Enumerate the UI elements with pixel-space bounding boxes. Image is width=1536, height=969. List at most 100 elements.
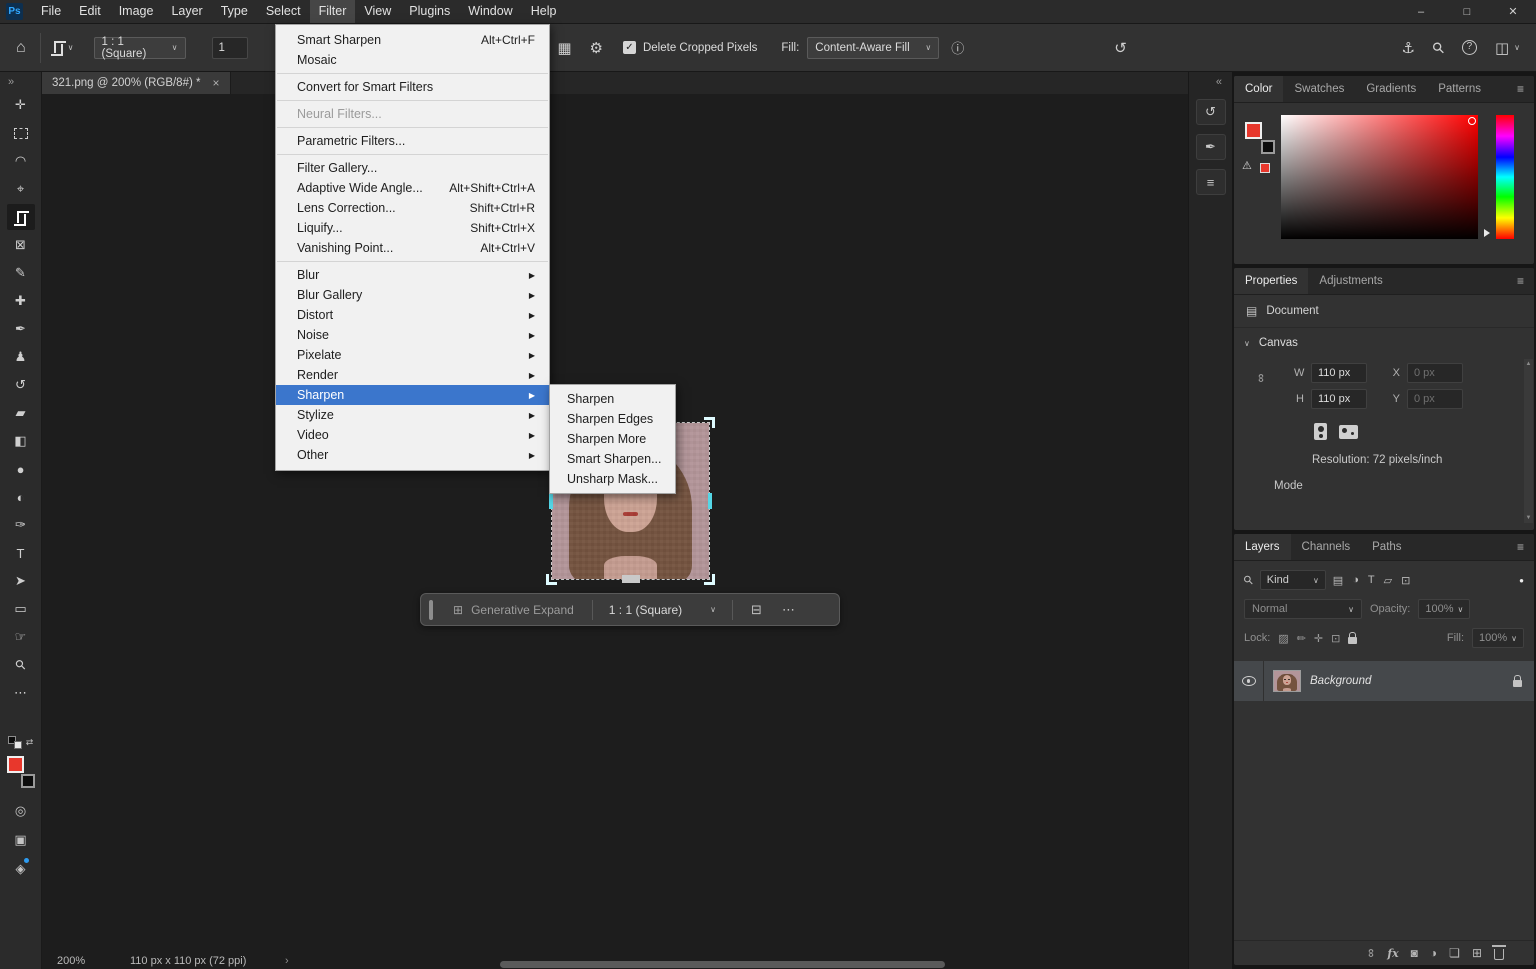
more-options-icon[interactable]: ⋯ — [782, 602, 795, 618]
menu-file[interactable]: File — [32, 0, 70, 23]
tab-layers[interactable]: Layers — [1234, 534, 1291, 560]
background-color-swatch[interactable] — [20, 774, 35, 788]
search-icon[interactable]: ⚲ — [1428, 37, 1449, 58]
gradient-tool[interactable]: ◧ — [7, 428, 35, 454]
sharpen-submenu-item-unsharp-mask[interactable]: Unsharp Mask... — [550, 469, 675, 489]
drag-grip[interactable] — [429, 599, 433, 620]
menu-select[interactable]: Select — [257, 0, 310, 23]
filter-menu-item-adaptive-wide-angle[interactable]: Adaptive Wide Angle... Alt+Shift+Ctrl+A — [276, 178, 549, 198]
crop-handle-right[interactable] — [708, 493, 712, 509]
scroll-up-icon[interactable]: ▲ — [1526, 361, 1532, 367]
dodge-tool[interactable]: ◐ — [7, 484, 35, 510]
menu-view[interactable]: View — [355, 0, 400, 23]
delete-cropped-pixels-label[interactable]: Delete Cropped Pixels — [643, 42, 757, 54]
blur-tool[interactable]: ● — [7, 456, 35, 482]
filter-menu-item-filter-gallery[interactable]: Filter Gallery... — [276, 158, 549, 178]
filter-menu-item-stylize[interactable]: Stylize ▶ — [276, 405, 549, 425]
anchor-icon[interactable]: ⚓ — [1402, 39, 1415, 57]
filter-type-icon[interactable]: T — [1368, 574, 1375, 586]
filter-adjustment-icon[interactable]: ◑ — [1352, 574, 1359, 586]
eraser-tool[interactable]: ▰ — [7, 400, 35, 426]
filter-menu-item-blur-gallery[interactable]: Blur Gallery ▶ — [276, 285, 549, 305]
layer-search-icon[interactable]: ⚲ — [1240, 572, 1256, 588]
adjustments-panel-icon[interactable]: ≡ — [1195, 169, 1226, 195]
sharpen-submenu-item-sharpen-more[interactable]: Sharpen More — [550, 429, 675, 449]
tab-gradients[interactable]: Gradients — [1355, 76, 1427, 102]
crop-width-input[interactable]: 1 — [211, 36, 248, 59]
move-tool[interactable]: ✛ — [7, 92, 35, 118]
filter-menu-item-noise[interactable]: Noise ▶ — [276, 325, 549, 345]
fill-mode-select[interactable]: Content-Aware Fill ∨ — [807, 36, 940, 59]
filter-menu-item-other[interactable]: Other ▶ — [276, 445, 549, 465]
zoom-level[interactable]: 200% — [57, 955, 85, 967]
foreground-color-swatch[interactable] — [1245, 122, 1262, 139]
filter-menu-item-blur[interactable]: Blur ▶ — [276, 265, 549, 285]
filter-menu-item-render[interactable]: Render ▶ — [276, 365, 549, 385]
more-tools-icon[interactable]: ⋯ — [7, 680, 35, 706]
filter-menu-item-neural-filters[interactable]: Neural Filters... — [276, 104, 549, 124]
lock-artboard-icon[interactable]: ⊡ — [1331, 632, 1340, 645]
screen-mode-icon[interactable]: ▣ — [14, 832, 26, 848]
delete-layer-icon[interactable] — [1491, 945, 1506, 960]
opacity-input[interactable]: 100% ∨ — [1418, 599, 1471, 619]
filter-menu-item-lens-correction[interactable]: Lens Correction... Shift+Ctrl+R — [276, 198, 549, 218]
filter-menu-item-convert-for-smart-filters[interactable]: Convert for Smart Filters — [276, 77, 549, 97]
crop-handle-left[interactable] — [549, 493, 553, 509]
sharpen-submenu-item-sharpen-edges[interactable]: Sharpen Edges — [550, 409, 675, 429]
color-picker-ring[interactable] — [1468, 117, 1476, 125]
object-selection-tool[interactable]: ⌖ — [7, 176, 35, 202]
menu-edit[interactable]: Edit — [70, 0, 110, 23]
path-selection-tool[interactable]: ➤ — [7, 568, 35, 594]
menu-layer[interactable]: Layer — [162, 0, 211, 23]
generative-expand-button[interactable]: ⊞ Generative Expand — [443, 603, 584, 617]
history-panel-icon[interactable]: ↺ — [1195, 99, 1226, 125]
landscape-orientation-button[interactable] — [1339, 424, 1358, 439]
home-icon[interactable]: ⌂ — [16, 39, 26, 57]
blend-mode-select[interactable]: Normal ∨ — [1244, 599, 1362, 619]
hue-slider[interactable] — [1496, 115, 1514, 239]
filter-image-icon[interactable]: ▤ — [1333, 574, 1343, 587]
height-input[interactable]: 110 px — [1311, 389, 1367, 409]
filter-menu-item-mosaic[interactable]: Mosaic — [276, 50, 549, 70]
filter-menu-item-sharpen[interactable]: Sharpen ▶ — [276, 385, 549, 405]
canvas-link-icon[interactable]: ∞ — [1254, 374, 1268, 383]
properties-scrollbar[interactable]: ▲ ▼ — [1524, 359, 1533, 523]
width-input[interactable]: 110 px — [1311, 363, 1367, 383]
gamut-warning-icon[interactable]: ⚠ — [1242, 159, 1252, 172]
document-tab[interactable]: 321.png @ 200% (RGB/8#) * × — [42, 72, 231, 94]
portrait-orientation-button[interactable] — [1314, 423, 1327, 440]
tab-patterns[interactable]: Patterns — [1427, 76, 1492, 102]
canvas-section-header[interactable]: ∨ Canvas — [1234, 328, 1534, 353]
canvas-area[interactable]: ⊞ Generative Expand 1 : 1 (Square) ∨ ⊟ ⋯… — [42, 94, 1188, 969]
crop-overlay-grid-icon[interactable]: ▦ — [557, 39, 571, 57]
layer-lock-icon[interactable] — [1513, 674, 1522, 687]
color-panel-menu-icon[interactable]: ≡ — [1507, 76, 1534, 102]
x-input[interactable]: 0 px — [1407, 363, 1463, 383]
tab-paths[interactable]: Paths — [1361, 534, 1412, 560]
workspace-icon[interactable]: ◫ — [1495, 39, 1509, 57]
lock-all-icon[interactable] — [1348, 631, 1358, 644]
menu-window[interactable]: Window — [459, 0, 521, 23]
lock-pixels-icon[interactable]: ✏ — [1297, 632, 1306, 645]
shape-tool[interactable]: ▭ — [7, 596, 35, 622]
filter-menu-item-pixelate[interactable]: Pixelate ▶ — [276, 345, 549, 365]
filter-toggle[interactable]: ● — [1519, 576, 1524, 585]
crop-tool[interactable] — [6, 204, 35, 230]
clone-stamp-tool[interactable]: ♟ — [7, 344, 35, 370]
link-layers-icon[interactable]: ∞ — [1364, 949, 1378, 958]
tab-adjustments[interactable]: Adjustments — [1308, 268, 1393, 294]
lock-transparency-icon[interactable]: ▨ — [1278, 632, 1288, 645]
maximize-button[interactable]: □ — [1444, 0, 1490, 24]
default-colors-icon[interactable] — [7, 736, 22, 749]
foreground-color-swatch[interactable] — [6, 756, 24, 773]
y-input[interactable]: 0 px — [1407, 389, 1463, 409]
filter-menu-item-parametric-filters[interactable]: Parametric Filters... — [276, 131, 549, 151]
swap-colors-icon[interactable]: ⇄ — [26, 737, 34, 748]
brush-tool[interactable]: ✒ — [7, 316, 35, 342]
crop-tool-options-icon[interactable] — [50, 41, 66, 56]
marquee-tool[interactable] — [7, 120, 35, 146]
tab-channels[interactable]: Channels — [1291, 534, 1362, 560]
layer-row-background[interactable]: Background — [1234, 661, 1534, 701]
tab-color[interactable]: Color — [1234, 76, 1284, 102]
minimize-button[interactable]: – — [1398, 0, 1444, 24]
